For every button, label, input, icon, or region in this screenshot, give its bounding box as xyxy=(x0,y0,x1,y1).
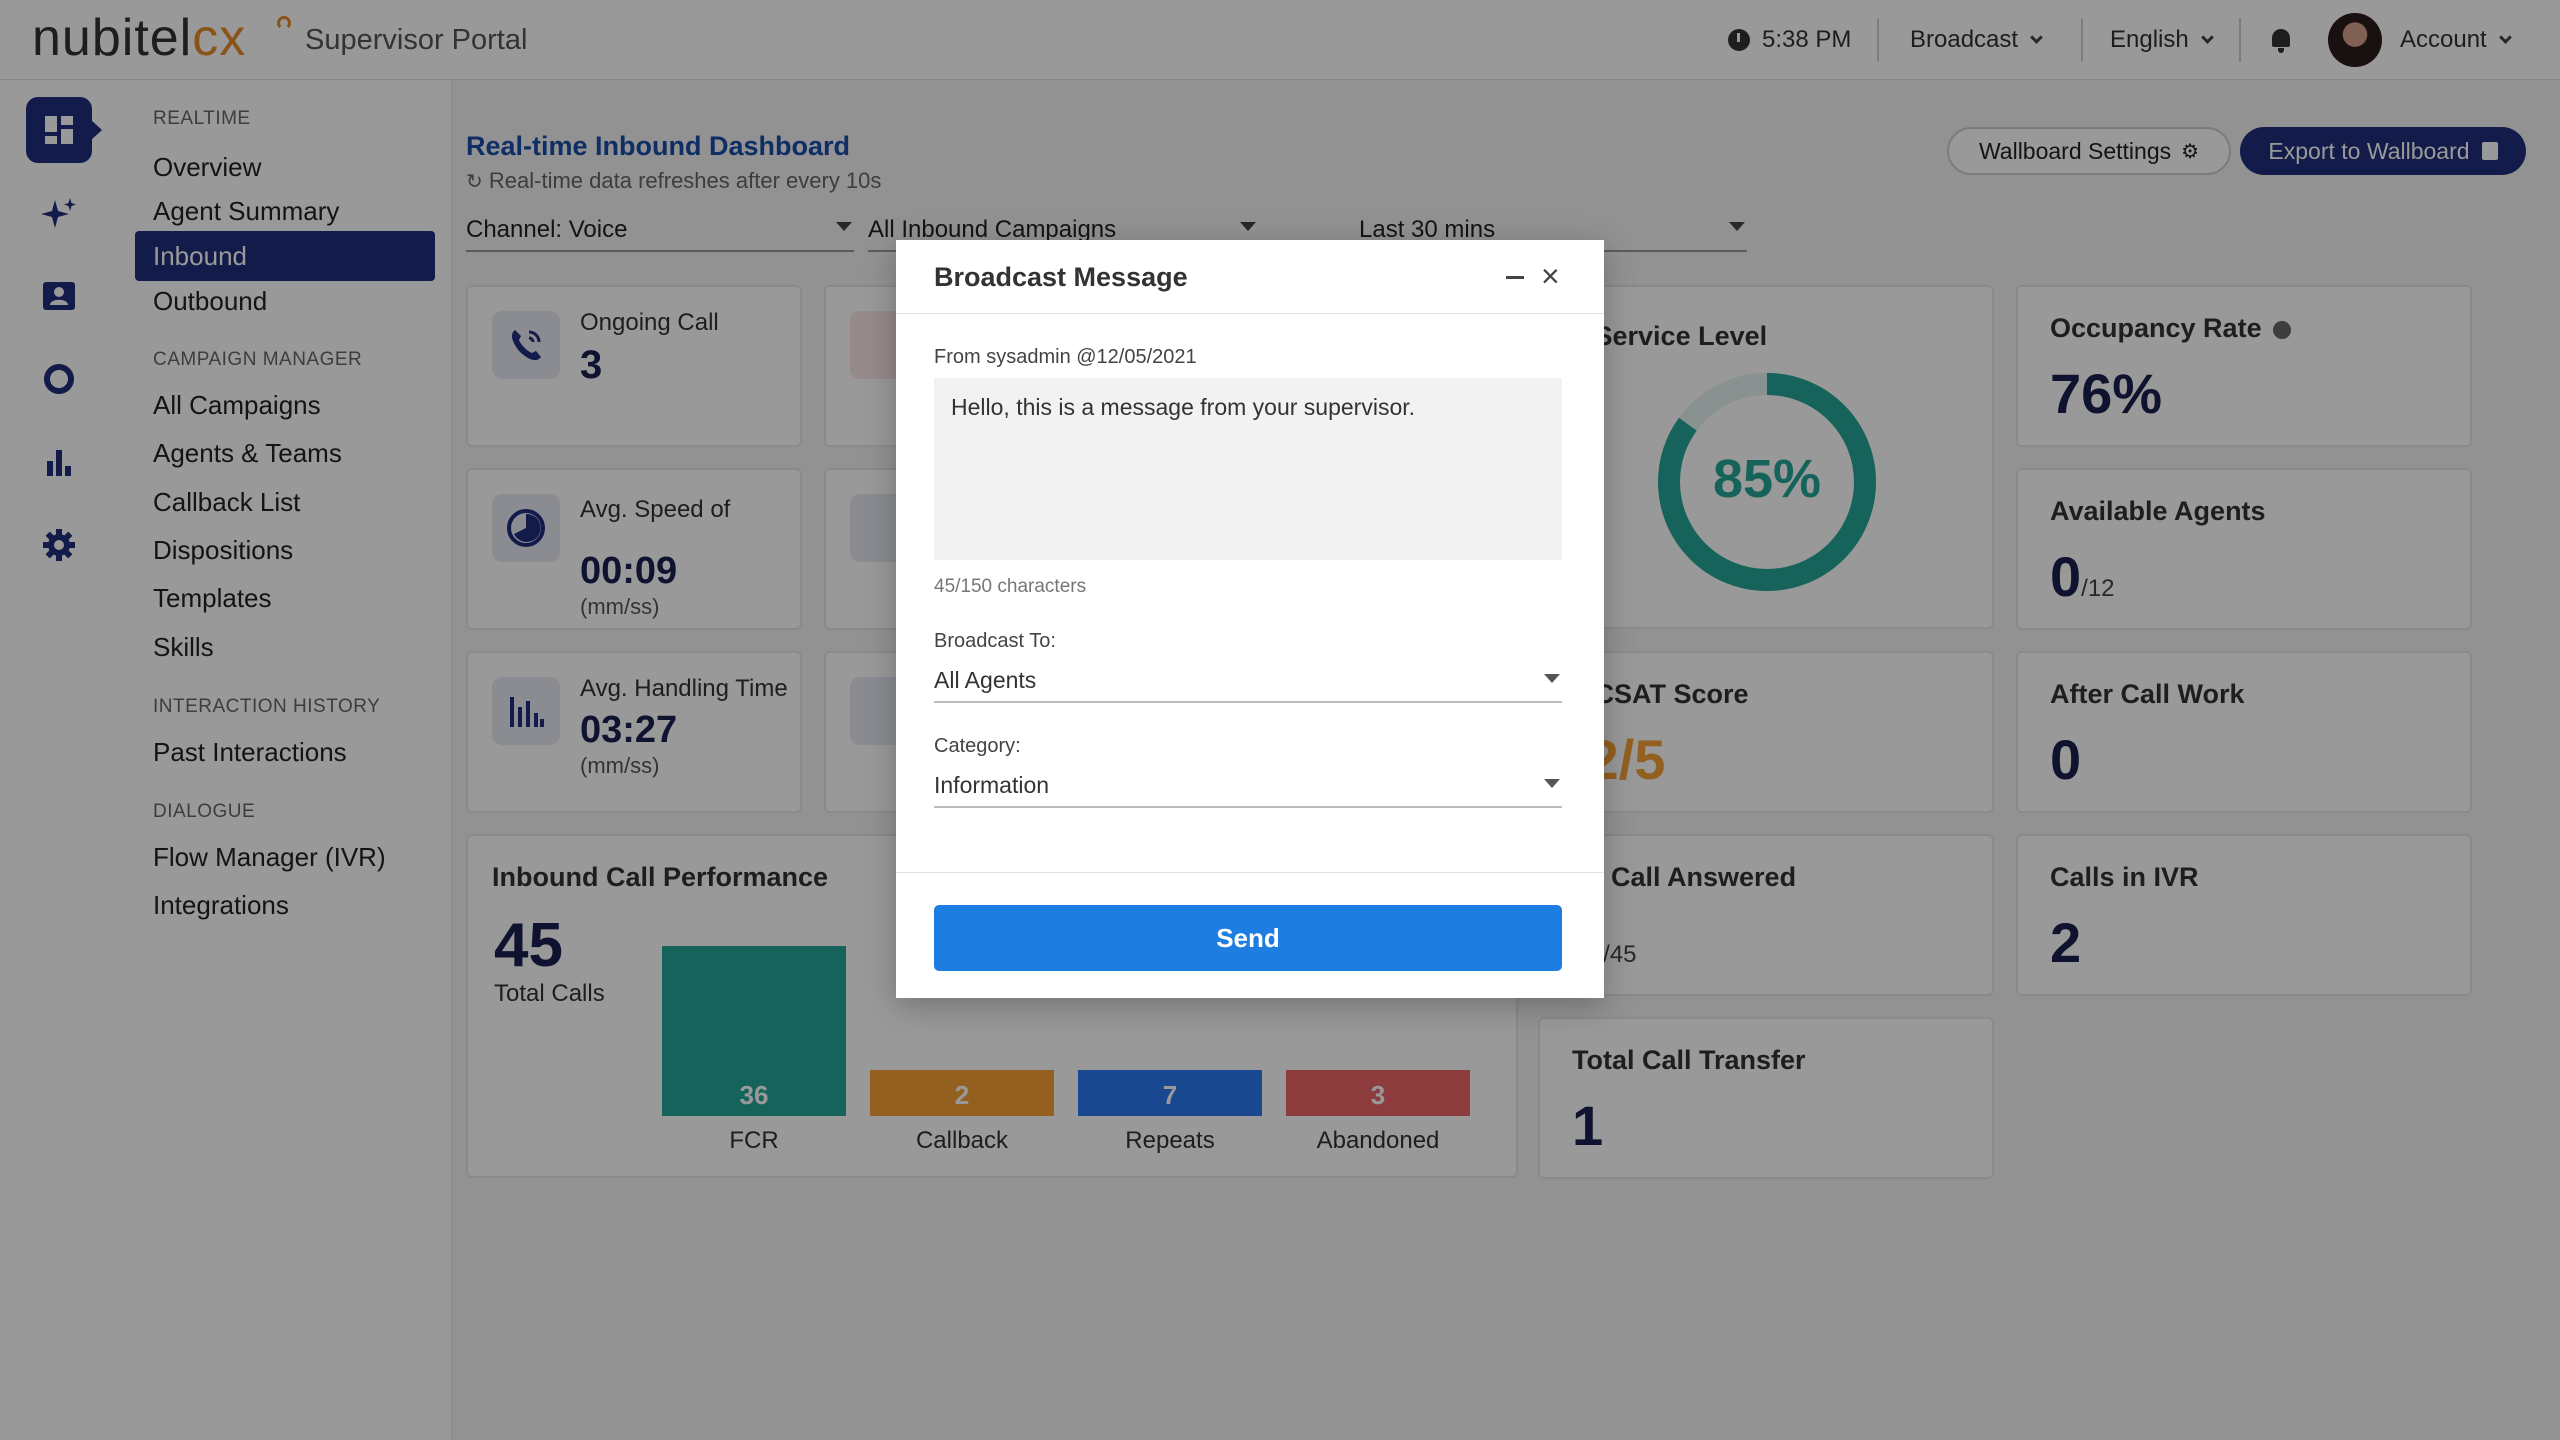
broadcast-message-dialog: Broadcast Message × From sysadmin @12/05… xyxy=(896,240,1604,998)
dialog-header: Broadcast Message × xyxy=(896,240,1604,314)
character-counter: 45/150 characters xyxy=(934,576,1087,597)
broadcast-to-label: Broadcast To: xyxy=(934,630,1056,652)
close-icon[interactable]: × xyxy=(1541,260,1560,292)
dropdown-arrow-icon xyxy=(1544,779,1560,788)
message-sender: From sysadmin @12/05/2021 xyxy=(934,346,1197,368)
broadcast-to-value: All Agents xyxy=(934,666,1037,693)
send-button[interactable]: Send xyxy=(934,905,1562,971)
dropdown-arrow-icon xyxy=(1544,674,1560,683)
dialog-footer-divider xyxy=(896,872,1604,873)
broadcast-to-select[interactable]: All Agents xyxy=(934,659,1562,703)
dialog-title: Broadcast Message xyxy=(934,262,1188,292)
category-label: Category: xyxy=(934,735,1021,757)
category-select[interactable]: Information xyxy=(934,764,1562,808)
category-value: Information xyxy=(934,771,1050,798)
minimize-icon[interactable] xyxy=(1506,276,1524,279)
message-textarea[interactable]: Hello, this is a message from your super… xyxy=(934,378,1562,560)
